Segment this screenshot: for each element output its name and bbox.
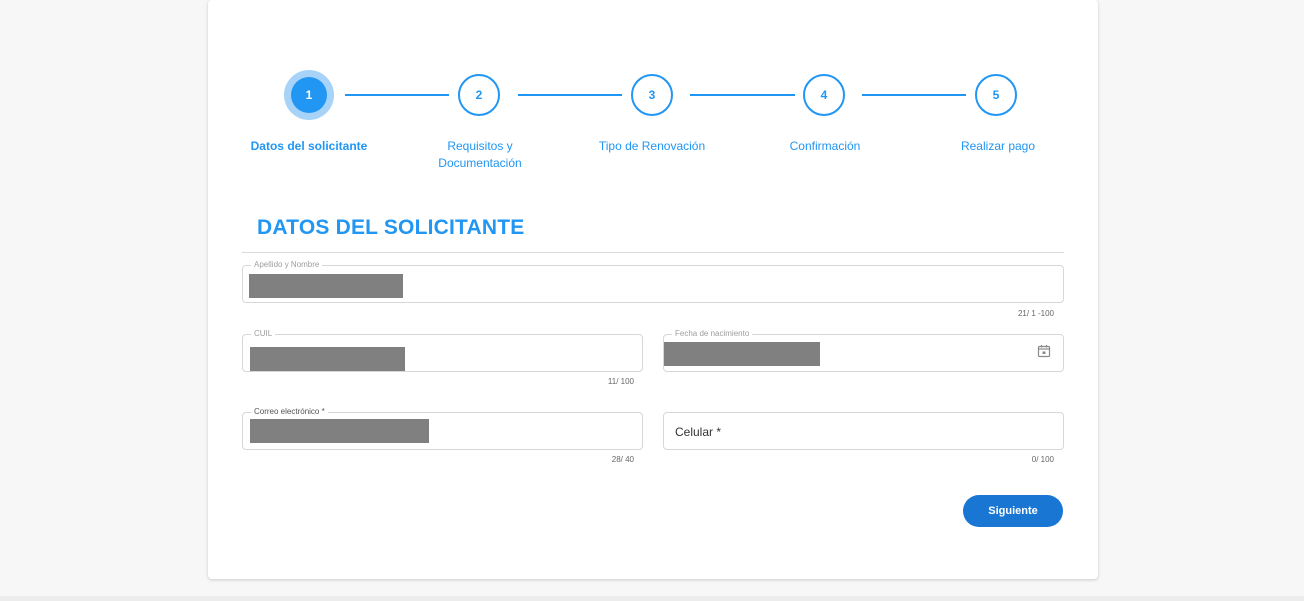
nombre-redacted-value: [249, 274, 403, 298]
cuil-counter: 11/ 100: [607, 377, 634, 386]
step-5-label[interactable]: Realizar pago: [928, 138, 1068, 155]
correo-redacted-value: [250, 419, 429, 443]
step-3-circle[interactable]: 3: [631, 74, 673, 116]
celular-field[interactable]: Celular *: [663, 412, 1064, 450]
step-4-circle[interactable]: 4: [803, 74, 845, 116]
step-2-label[interactable]: Requisitos y Documentación: [410, 138, 550, 172]
step-connector: [690, 94, 795, 96]
step-connector: [345, 94, 449, 96]
nombre-label: Apellido y Nombre: [251, 260, 323, 270]
fecha-redacted-value: [664, 342, 820, 366]
fecha-field[interactable]: Fecha de nacimiento: [663, 329, 1064, 372]
section-title: DATOS DEL SOLICITANTE: [257, 216, 525, 239]
section-divider: [242, 252, 1064, 253]
step-connector: [862, 94, 966, 96]
step-1-label[interactable]: Datos del solicitante: [239, 138, 379, 155]
step-3-label[interactable]: Tipo de Renovación: [582, 138, 722, 155]
step-2-circle[interactable]: 2: [458, 74, 500, 116]
cuil-redacted-value: [250, 347, 405, 371]
celular-counter: 0/ 100: [1031, 455, 1054, 464]
calendar-icon[interactable]: [1037, 344, 1051, 358]
step-2-label-text: Requisitos y Documentación: [438, 139, 522, 170]
nombre-counter: 21/ 1 -100: [1017, 309, 1054, 318]
nombre-field[interactable]: Apellido y Nombre: [242, 260, 1064, 303]
fecha-label: Fecha de nacimiento: [672, 329, 753, 339]
page-footer-strip: [0, 596, 1304, 601]
step-4-label[interactable]: Confirmación: [755, 138, 895, 155]
next-button[interactable]: Siguiente: [963, 495, 1063, 527]
cuil-label: CUIL: [251, 329, 276, 339]
correo-field[interactable]: Correo electrónico *: [242, 407, 643, 450]
celular-placeholder: Celular *: [675, 425, 722, 439]
cuil-field[interactable]: CUIL: [242, 329, 643, 372]
step-5-circle[interactable]: 5: [975, 74, 1017, 116]
step-1-circle[interactable]: 1: [291, 77, 327, 113]
correo-counter: 28/ 40: [611, 455, 634, 464]
step-connector: [518, 94, 622, 96]
correo-label: Correo electrónico *: [251, 407, 328, 417]
